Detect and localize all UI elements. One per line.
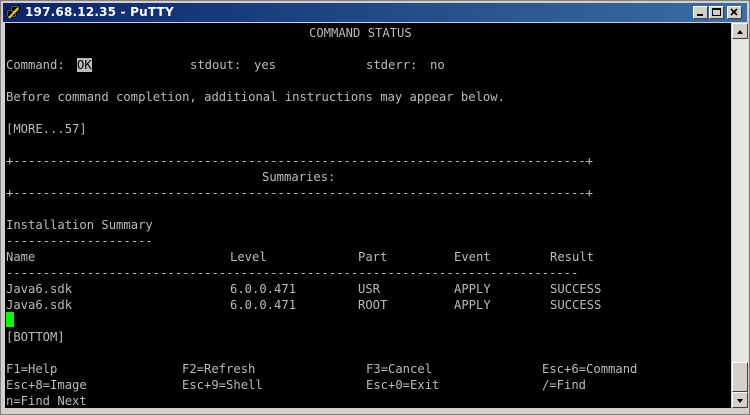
stdout-label: stdout:	[190, 58, 242, 72]
row-name: Java6.sdk	[6, 282, 73, 296]
title-bar[interactable]: 197.68.12.35 - PuTTY	[3, 3, 747, 22]
minimize-button[interactable]	[693, 6, 708, 19]
row-part: USR	[358, 282, 381, 296]
scroll-thumb[interactable]	[732, 362, 748, 392]
column-header-event: Event	[454, 250, 491, 264]
putty-window: 197.68.12.35 - PuTTY COMMAND STATUS Comm…	[0, 0, 750, 415]
more-indicator: [MORE...57]	[6, 122, 87, 136]
stderr-value: no	[430, 58, 445, 72]
row-level: 6.0.0.471	[230, 282, 297, 296]
fkey-command: Esc+6=Command	[542, 362, 638, 376]
fkey-exit: Esc+0=Exit	[366, 378, 440, 392]
terminal-cursor	[6, 312, 14, 327]
fkey-find: /=Find	[542, 378, 587, 392]
installation-summary-title: Installation Summary	[6, 218, 153, 232]
fkey-help: F1=Help	[6, 362, 58, 376]
instructions-text: Before command completion, additional in…	[6, 90, 505, 104]
arrow-up-icon	[737, 30, 743, 34]
installation-summary-underline: --------------------	[6, 234, 153, 248]
fkey-refresh: F2=Refresh	[182, 362, 256, 376]
column-header-part: Part	[358, 250, 388, 264]
fkey-shell: Esc+9=Shell	[182, 378, 263, 392]
summaries-title: Summaries:	[262, 170, 336, 184]
row-part: ROOT	[358, 298, 388, 312]
command-label: Command:	[6, 58, 65, 72]
stdout-value: yes	[254, 58, 277, 72]
column-header-name: Name	[6, 250, 36, 264]
row-event: APPLY	[454, 282, 491, 296]
vertical-scrollbar[interactable]	[732, 23, 748, 408]
column-header-result: Result	[550, 250, 595, 264]
fkey-image: Esc+8=Image	[6, 378, 87, 392]
maximize-button[interactable]	[709, 6, 724, 19]
summary-separator-bottom: +---------------------------------------…	[6, 186, 593, 200]
summary-separator-top: +---------------------------------------…	[6, 154, 593, 168]
fkey-find-next: n=Find Next	[6, 394, 87, 408]
screen-header: COMMAND STATUS	[309, 26, 412, 40]
minimize-icon	[697, 14, 703, 16]
table-rule: ----------------------------------------…	[6, 266, 579, 280]
stderr-label: stderr:	[366, 58, 418, 72]
maximize-icon	[712, 8, 721, 16]
scroll-down-button[interactable]	[732, 392, 748, 408]
window-title: 197.68.12.35 - PuTTY	[25, 5, 174, 19]
column-header-level: Level	[230, 250, 267, 264]
row-event: APPLY	[454, 298, 491, 312]
terminal-screen[interactable]: COMMAND STATUS Command: OK stdout: yes s…	[5, 23, 731, 408]
putty-icon[interactable]	[6, 5, 21, 20]
bottom-indicator: [BOTTOM]	[6, 330, 65, 344]
row-name: Java6.sdk	[6, 298, 73, 312]
scroll-up-button[interactable]	[732, 23, 748, 39]
command-status-value: OK	[77, 58, 92, 72]
row-result: SUCCESS	[550, 298, 602, 312]
row-result: SUCCESS	[550, 282, 602, 296]
close-icon	[730, 8, 738, 16]
fkey-cancel: F3=Cancel	[366, 362, 433, 376]
arrow-down-icon	[737, 399, 743, 403]
close-button[interactable]	[727, 6, 742, 19]
row-level: 6.0.0.471	[230, 298, 297, 312]
